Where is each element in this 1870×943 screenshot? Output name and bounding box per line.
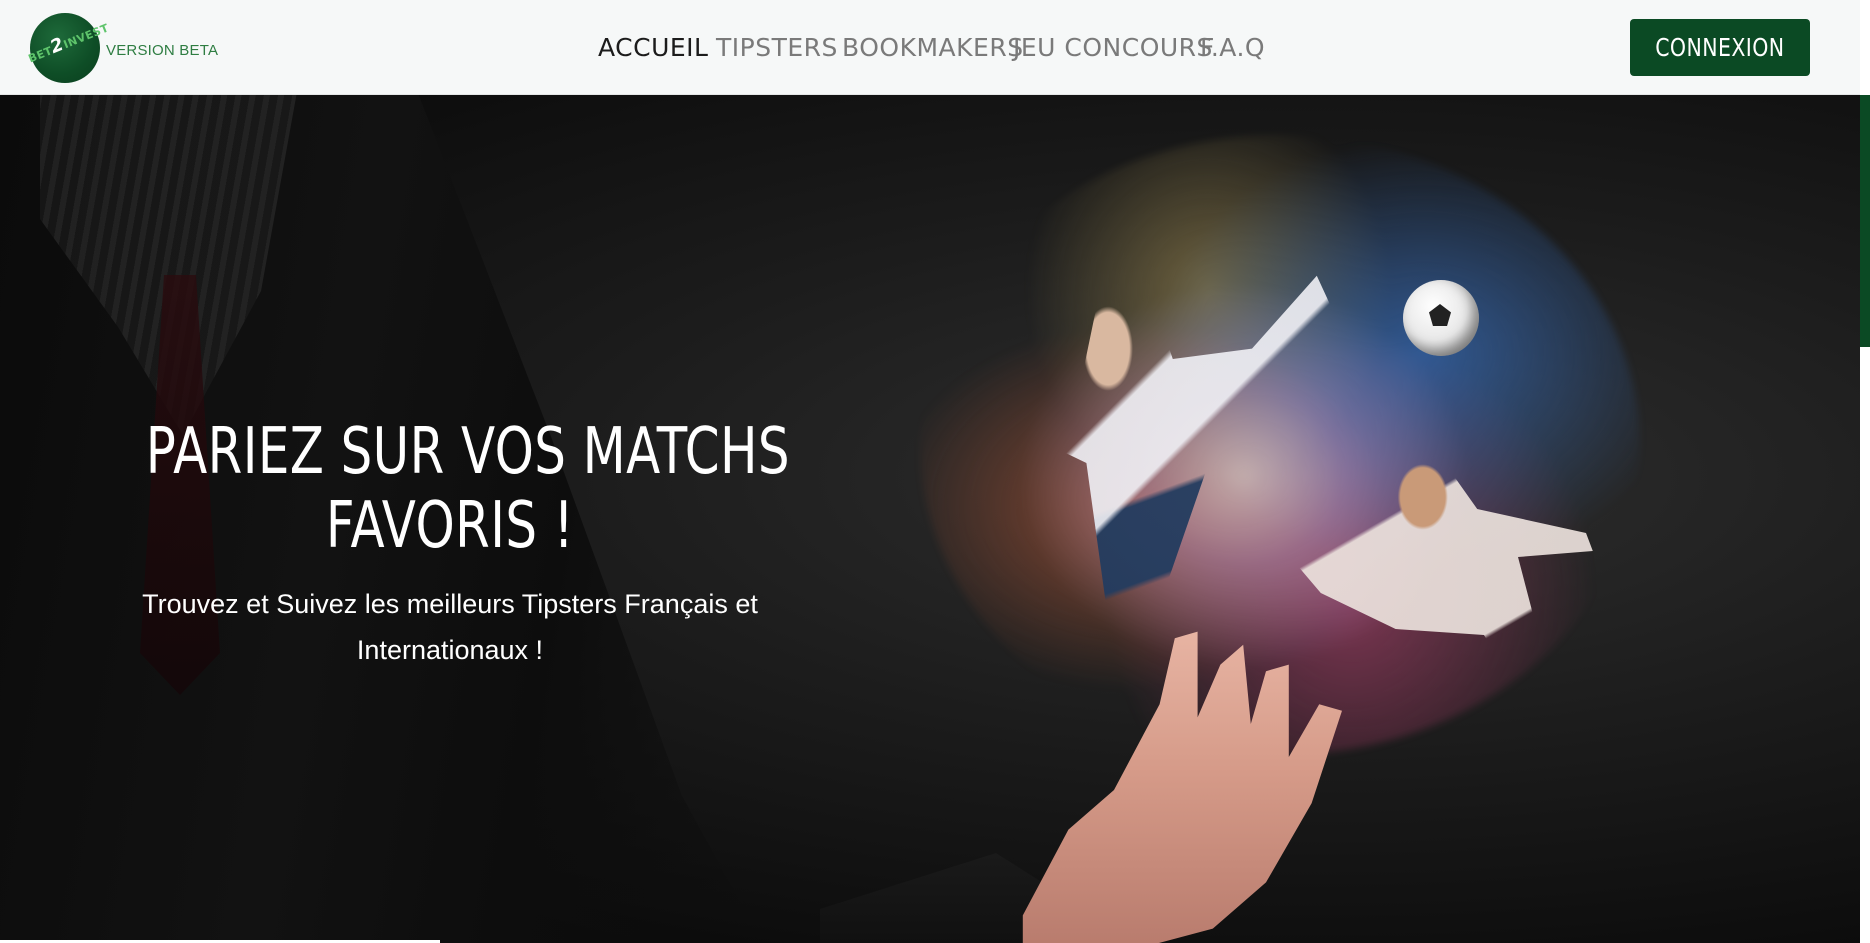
top-navbar: BET2INVEST VERSION BETA ACCUEIL TIPSTERS… (0, 0, 1860, 95)
hero-subtitle-line-1: Trouvez et Suivez les meilleurs Tipsters… (142, 589, 758, 619)
logo-wordmark: BET2INVEST (26, 21, 111, 66)
main-nav: ACCUEIL TIPSTERS BOOKMAKERS JEU CONCOURS… (598, 0, 1265, 95)
suit-sleeve-image (820, 853, 1040, 943)
hero-banner: PARIEZ SUR VOS MATCHS FAVORIS ! Trouvez … (0, 95, 1860, 943)
nav-item-tipsters[interactable]: TIPSTERS (716, 33, 838, 62)
hero-title-line-2: FAVORIS ! (325, 489, 575, 563)
hero-title-line-1: PARIEZ SUR VOS MATCHS (145, 415, 790, 489)
nav-item-faq[interactable]: F.A.Q (1200, 33, 1265, 62)
hero-subtitle: Trouvez et Suivez les meilleurs Tipsters… (60, 581, 840, 673)
hero-text-block: PARIEZ SUR VOS MATCHS FAVORIS ! Trouvez … (60, 415, 840, 673)
nav-item-jeu-concours[interactable]: JEU CONCOURS (1013, 33, 1213, 62)
football-ball-icon (1403, 280, 1479, 356)
logo-badge-icon: BET2INVEST (26, 13, 111, 83)
nav-item-bookmakers[interactable]: BOOKMAKERS (842, 33, 1024, 62)
site-logo[interactable]: BET2INVEST VERSION BETA (26, 13, 219, 83)
nav-item-accueil[interactable]: ACCUEIL (598, 33, 708, 62)
hero-subtitle-line-2: Internationaux ! (356, 635, 544, 665)
connexion-button-label: CONNEXION (1655, 33, 1785, 62)
connexion-button[interactable]: CONNEXION (1630, 19, 1810, 76)
page-scrollbar-thumb[interactable] (1860, 95, 1870, 347)
version-label: VERSION BETA (106, 41, 219, 59)
